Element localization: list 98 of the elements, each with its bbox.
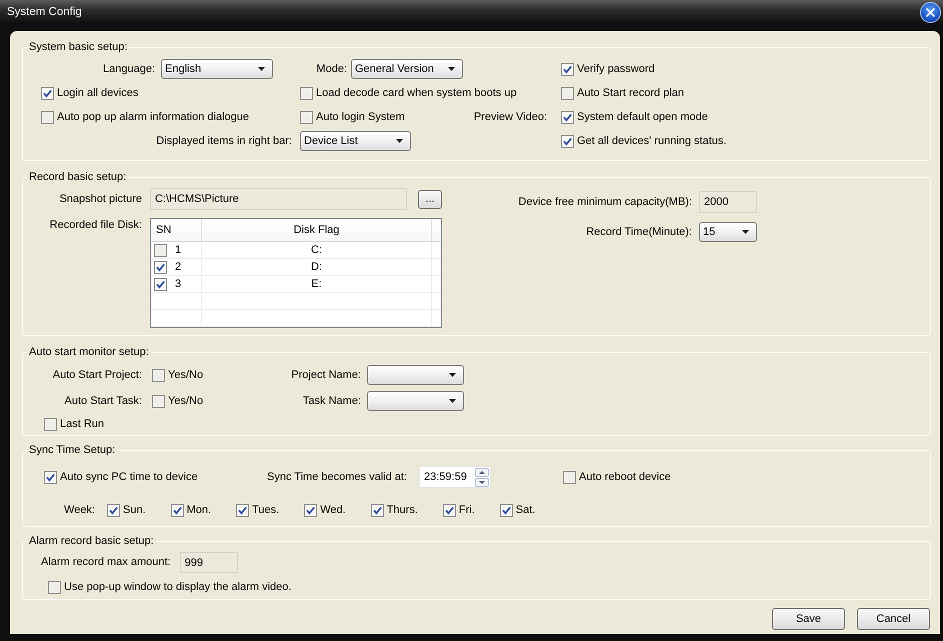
checkbox[interactable] — [154, 278, 167, 290]
field-label: Snapshot picture — [59, 192, 142, 206]
group-title: System basic setup: — [28, 40, 128, 54]
caret-icon — [449, 373, 456, 377]
checkbox[interactable] — [500, 504, 513, 516]
browse-button[interactable]: ... — [418, 190, 442, 208]
close-button[interactable] — [920, 2, 941, 22]
field-label: Record Time(Minute): — [586, 226, 692, 238]
checkbox[interactable] — [154, 260, 167, 274]
checkbox[interactable] — [563, 470, 576, 484]
checkbox[interactable] — [370, 504, 384, 516]
text-field[interactable]: C:\HCMS\Picture — [150, 188, 407, 210]
text-field[interactable]: 999 — [180, 552, 238, 573]
checkbox-label: Mon. — [186, 504, 212, 516]
dropdown[interactable] — [367, 365, 464, 385]
checkbox[interactable] — [41, 110, 54, 124]
checkbox[interactable] — [442, 504, 456, 516]
table-cell: D: — [202, 259, 432, 276]
caret-icon — [448, 67, 455, 71]
checkbox[interactable] — [561, 110, 574, 124]
checkbox-label: Auto sync PC time to device — [60, 470, 198, 484]
dropdown[interactable] — [367, 391, 464, 411]
checkbox-label: System default open mode — [577, 110, 708, 124]
checkbox-label: Tues. — [252, 504, 280, 516]
field-label: Mode: — [316, 62, 347, 76]
checkbox-label: Thurs. — [386, 504, 418, 516]
field-label: Alarm record max amount: — [41, 556, 171, 569]
caret-icon — [396, 139, 403, 143]
checkbox-label: Auto Start record plan — [577, 86, 684, 100]
checkbox-label: Fri. — [458, 504, 475, 516]
checkbox-label: Auto pop up alarm information dialogue — [57, 110, 250, 124]
checkbox-label: Last Run — [60, 418, 104, 430]
checkbox-label: Sat. — [516, 504, 536, 516]
group-title: Auto start monitor setup: — [28, 345, 150, 359]
close-icon — [926, 8, 935, 16]
checkbox-label: Login all devices — [57, 86, 138, 100]
field-label: Language: — [103, 62, 155, 76]
column-header: SN — [151, 219, 202, 242]
checkbox-label: Sun. — [123, 504, 146, 516]
group-title: Record basic setup: — [28, 170, 128, 184]
table-cell: C: — [202, 242, 432, 259]
field-label: Preview Video: — [474, 110, 547, 124]
checkbox-label: Use pop-up window to display the alarm video. — [64, 580, 292, 594]
serial-number: 3 — [175, 278, 182, 290]
dialog-button[interactable]: Cancel — [857, 608, 930, 630]
empty-table-cell — [151, 310, 202, 327]
checkbox-label: Verify password — [577, 62, 655, 76]
checkbox-label: Load decode card when system boots up — [316, 86, 517, 100]
dialog-button[interactable]: Save — [772, 608, 845, 630]
field-label: Displayed items in right bar: — [156, 134, 292, 148]
spin-down-button[interactable] — [475, 478, 489, 486]
caret-icon — [449, 399, 456, 403]
dropdown[interactable]: Device List — [300, 131, 411, 151]
group-title: Sync Time Setup: — [28, 443, 116, 457]
checkbox[interactable] — [152, 394, 165, 408]
checkbox[interactable] — [107, 504, 120, 516]
checkbox[interactable] — [304, 504, 318, 516]
time-field[interactable]: 23:59:59 — [419, 466, 491, 488]
checkbox-label: Yes/No — [168, 394, 204, 408]
serial-number: 1 — [175, 244, 182, 256]
checkbox[interactable] — [561, 62, 574, 76]
field-label: Auto Start Task: — [64, 394, 142, 408]
checkbox[interactable] — [154, 244, 167, 256]
caret-icon — [258, 67, 265, 71]
checkbox[interactable] — [44, 470, 57, 484]
checkbox[interactable] — [236, 504, 250, 516]
text-field[interactable]: 2000 — [699, 191, 757, 213]
spin-up-button[interactable] — [475, 468, 489, 476]
checkbox[interactable] — [41, 86, 54, 100]
checkbox[interactable] — [44, 418, 57, 430]
table-cell: E: — [202, 276, 432, 293]
checkbox-label: Wed. — [320, 504, 346, 516]
field-label: Week: — [64, 504, 95, 516]
checkbox-label: Auto login System — [316, 110, 405, 124]
field-label: Recorded file Disk: — [50, 219, 142, 232]
dropdown[interactable]: English — [161, 59, 273, 79]
field-label: Device free minimum capacity(MB): — [518, 196, 692, 208]
checkbox-label: Auto reboot device — [579, 470, 671, 484]
checkbox[interactable] — [170, 504, 184, 516]
checkbox[interactable] — [48, 580, 61, 594]
serial-number: 2 — [175, 261, 182, 273]
field-label: Auto Start Project: — [52, 368, 142, 382]
checkbox-label: Get all devices' running status. — [577, 134, 726, 148]
checkbox-label: Yes/No — [168, 368, 204, 382]
window-title: System Config — [7, 5, 82, 19]
checkbox[interactable] — [300, 110, 313, 124]
checkbox[interactable] — [300, 86, 313, 100]
checkbox[interactable] — [561, 86, 574, 100]
checkbox[interactable] — [561, 134, 574, 148]
column-header: Disk Flag — [202, 219, 432, 242]
checkbox[interactable] — [152, 368, 165, 382]
caret-icon — [742, 230, 749, 234]
field-label: Project Name: — [291, 368, 361, 382]
dropdown[interactable]: 15 — [699, 222, 757, 242]
field-label: Sync Time becomes valid at: — [266, 470, 407, 484]
field-label: Task Name: — [302, 394, 361, 408]
dropdown[interactable]: General Version — [351, 59, 463, 79]
group-title: Alarm record basic setup: — [28, 534, 155, 548]
